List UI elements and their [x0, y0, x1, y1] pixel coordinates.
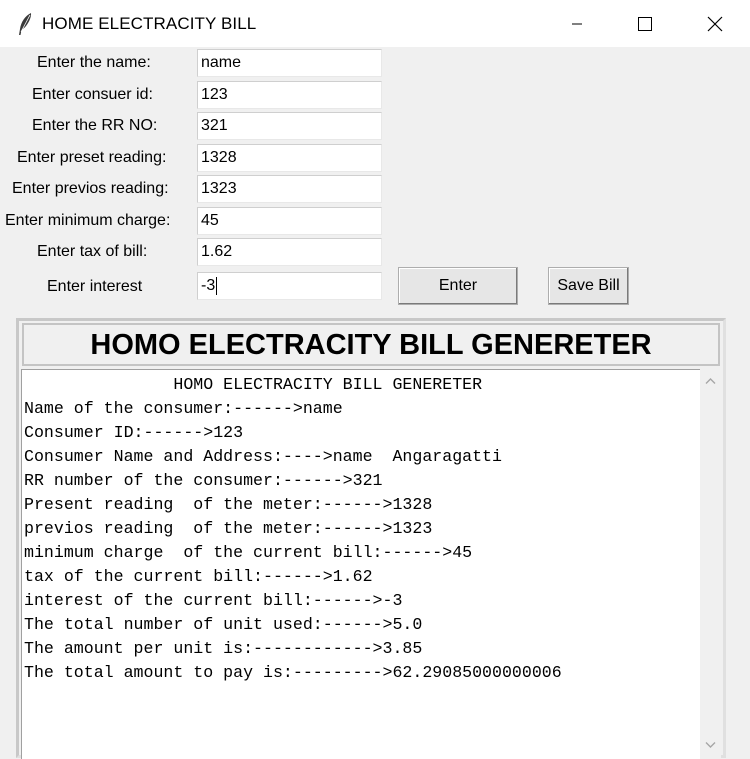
bill-output-line: minimum charge of the current bill:-----… [24, 543, 473, 562]
rr-no-field[interactable]: 321 [197, 112, 382, 140]
bill-output-line: Consumer ID:------>123 [24, 423, 244, 442]
bill-output-line: interest of the current bill:------>-3 [24, 591, 403, 610]
bill-output-line: RR number of the consumer:------>321 [24, 471, 383, 490]
minimize-icon [572, 23, 582, 24]
scroll-down-arrow-icon[interactable] [705, 741, 716, 749]
window-titlebar: HOME ELECTRACITY BILL [0, 0, 750, 47]
bill-output-line: Consumer Name and Address:---->name Anga… [24, 447, 502, 466]
maximize-button[interactable] [610, 0, 680, 47]
consumer-id-label: Enter consuer id: [32, 86, 153, 103]
bill-output-line: The total amount to pay is:--------->62.… [24, 663, 562, 682]
interest-field[interactable]: -3 [197, 272, 382, 300]
minimum-charge-field[interactable]: 45 [197, 207, 382, 235]
window-title: HOME ELECTRACITY BILL [42, 14, 257, 33]
interest-label: Enter interest [47, 278, 143, 295]
bill-output-line: HOMO ELECTRACITY BILL GENERETER [24, 375, 483, 394]
enter-button[interactable]: Enter [398, 267, 518, 305]
text-cursor [216, 276, 218, 295]
present-reading-label: Enter preset reading: [17, 149, 167, 166]
rr-no-label: Enter the RR NO: [32, 117, 158, 134]
bill-heading: HOMO ELECTRACITY BILL GENERETER [22, 323, 720, 366]
maximize-icon [638, 16, 652, 31]
save-bill-button[interactable]: Save Bill [548, 267, 629, 305]
minimize-button[interactable] [542, 0, 612, 47]
bill-output-line: previos reading of the meter:------>1323 [24, 519, 433, 538]
tax-field[interactable]: 1.62 [197, 238, 382, 266]
bill-output-line: Name of the consumer:------>name [24, 399, 343, 418]
name-field[interactable]: name [197, 49, 382, 77]
close-button[interactable] [680, 0, 750, 47]
minimum-charge-label: Enter minimum charge: [5, 212, 171, 229]
bill-output-line: The total number of unit used:------>5.0 [24, 615, 423, 634]
close-icon [707, 16, 723, 31]
previous-reading-field[interactable]: 1323 [197, 175, 382, 203]
bill-output-line: Present reading of the meter:------>1328 [24, 495, 433, 514]
bill-output-line: tax of the current bill:------>1.62 [24, 567, 373, 586]
bill-output-line: The amount per unit is:------------>3.85 [24, 639, 423, 658]
interest-value: -3 [201, 277, 216, 294]
feather-icon [19, 13, 32, 35]
bill-output-text[interactable]: HOMO ELECTRACITY BILL GENERETER Name of t… [21, 369, 700, 759]
tax-label: Enter tax of bill: [37, 243, 148, 260]
present-reading-field[interactable]: 1328 [197, 144, 382, 172]
scroll-up-arrow-icon[interactable] [705, 377, 716, 385]
vertical-scrollbar[interactable] [700, 369, 721, 759]
consumer-id-field[interactable]: 123 [197, 81, 382, 109]
previous-reading-label: Enter previos reading: [12, 180, 169, 197]
name-label: Enter the name: [37, 54, 151, 71]
